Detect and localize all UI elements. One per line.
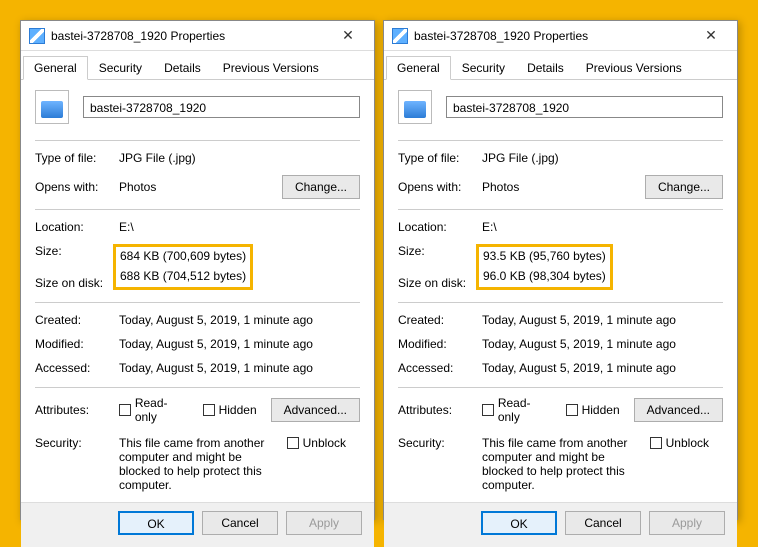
cancel-button[interactable]: Cancel	[202, 511, 278, 535]
titlebar: bastei-3728708_1920 Properties ✕	[21, 21, 374, 51]
type-value: JPG File (.jpg)	[119, 151, 360, 165]
type-value: JPG File (.jpg)	[482, 151, 723, 165]
opens-with-label: Opens with:	[35, 180, 119, 194]
security-label: Security:	[35, 436, 119, 450]
change-button[interactable]: Change...	[282, 175, 360, 199]
close-icon[interactable]: ✕	[693, 27, 729, 44]
readonly-checkbox[interactable]: Read-only	[482, 396, 552, 424]
tab-security[interactable]: Security	[451, 56, 516, 80]
location-label: Location:	[35, 220, 119, 234]
opens-with-value: Photos	[482, 180, 645, 194]
created-value: Today, August 5, 2019, 1 minute ago	[482, 313, 723, 327]
file-type-icon	[398, 90, 432, 124]
properties-dialog-right: bastei-3728708_1920 Properties ✕ General…	[383, 20, 738, 520]
tab-previous-versions[interactable]: Previous Versions	[212, 56, 330, 80]
filename-input[interactable]: bastei-3728708_1920	[446, 96, 723, 118]
size-label: Size:	[35, 244, 119, 258]
readonly-label: Read-only	[498, 396, 552, 424]
hidden-label: Hidden	[219, 403, 257, 417]
divider	[35, 140, 360, 141]
titlebar: bastei-3728708_1920 Properties ✕	[384, 21, 737, 51]
accessed-label: Accessed:	[35, 361, 119, 375]
divider	[35, 387, 360, 388]
size-value: 684 KB (700,609 bytes)	[120, 249, 246, 263]
tab-content: bastei-3728708_1920 Type of file:JPG Fil…	[21, 80, 374, 502]
accessed-value: Today, August 5, 2019, 1 minute ago	[119, 361, 360, 375]
readonly-checkbox[interactable]: Read-only	[119, 396, 189, 424]
accessed-label: Accessed:	[398, 361, 482, 375]
attributes-label: Attributes:	[35, 403, 119, 417]
location-label: Location:	[398, 220, 482, 234]
filename-input[interactable]: bastei-3728708_1920	[83, 96, 360, 118]
tab-bar: General Security Details Previous Versio…	[21, 51, 374, 80]
apply-button[interactable]: Apply	[649, 511, 725, 535]
divider	[398, 387, 723, 388]
location-value: E:\	[119, 220, 360, 234]
security-text: This file came from another computer and…	[482, 436, 650, 492]
size-on-disk-label: Size on disk:	[35, 276, 119, 290]
dialog-buttons: OK Cancel Apply	[21, 502, 374, 547]
change-button[interactable]: Change...	[645, 175, 723, 199]
attributes-label: Attributes:	[398, 403, 482, 417]
security-text: This file came from another computer and…	[119, 436, 287, 492]
unblock-checkbox[interactable]: Unblock	[287, 436, 346, 450]
image-icon	[29, 28, 45, 44]
close-icon[interactable]: ✕	[330, 27, 366, 44]
tab-previous-versions[interactable]: Previous Versions	[575, 56, 693, 80]
created-value: Today, August 5, 2019, 1 minute ago	[119, 313, 360, 327]
dialog-buttons: OK Cancel Apply	[384, 502, 737, 547]
tab-content: bastei-3728708_1920 Type of file:JPG Fil…	[384, 80, 737, 502]
modified-label: Modified:	[398, 337, 482, 351]
opens-with-label: Opens with:	[398, 180, 482, 194]
location-value: E:\	[482, 220, 723, 234]
unblock-checkbox[interactable]: Unblock	[650, 436, 709, 450]
advanced-button[interactable]: Advanced...	[634, 398, 723, 422]
window-title: bastei-3728708_1920 Properties	[414, 29, 693, 43]
tab-security[interactable]: Security	[88, 56, 153, 80]
opens-with-value: Photos	[119, 180, 282, 194]
divider	[35, 209, 360, 210]
properties-dialog-left: bastei-3728708_1920 Properties ✕ General…	[20, 20, 375, 520]
modified-value: Today, August 5, 2019, 1 minute ago	[482, 337, 723, 351]
tab-general[interactable]: General	[23, 56, 88, 80]
size-on-disk-label: Size on disk:	[398, 276, 482, 290]
divider	[398, 302, 723, 303]
window-title: bastei-3728708_1920 Properties	[51, 29, 330, 43]
advanced-button[interactable]: Advanced...	[271, 398, 360, 422]
divider	[398, 140, 723, 141]
image-icon	[392, 28, 408, 44]
created-label: Created:	[35, 313, 119, 327]
security-label: Security:	[398, 436, 482, 450]
ok-button[interactable]: OK	[118, 511, 194, 535]
readonly-label: Read-only	[135, 396, 189, 424]
unblock-label: Unblock	[303, 436, 346, 450]
size-label: Size:	[398, 244, 482, 258]
divider	[35, 302, 360, 303]
divider	[398, 209, 723, 210]
created-label: Created:	[398, 313, 482, 327]
modified-value: Today, August 5, 2019, 1 minute ago	[119, 337, 360, 351]
cancel-button[interactable]: Cancel	[565, 511, 641, 535]
file-type-icon	[35, 90, 69, 124]
tab-details[interactable]: Details	[153, 56, 212, 80]
tab-general[interactable]: General	[386, 56, 451, 80]
hidden-label: Hidden	[582, 403, 620, 417]
type-label: Type of file:	[35, 151, 119, 165]
size-value: 93.5 KB (95,760 bytes)	[483, 249, 606, 263]
ok-button[interactable]: OK	[481, 511, 557, 535]
modified-label: Modified:	[35, 337, 119, 351]
hidden-checkbox[interactable]: Hidden	[203, 396, 257, 424]
accessed-value: Today, August 5, 2019, 1 minute ago	[482, 361, 723, 375]
tab-details[interactable]: Details	[516, 56, 575, 80]
apply-button[interactable]: Apply	[286, 511, 362, 535]
unblock-label: Unblock	[666, 436, 709, 450]
hidden-checkbox[interactable]: Hidden	[566, 396, 620, 424]
type-label: Type of file:	[398, 151, 482, 165]
tab-bar: General Security Details Previous Versio…	[384, 51, 737, 80]
